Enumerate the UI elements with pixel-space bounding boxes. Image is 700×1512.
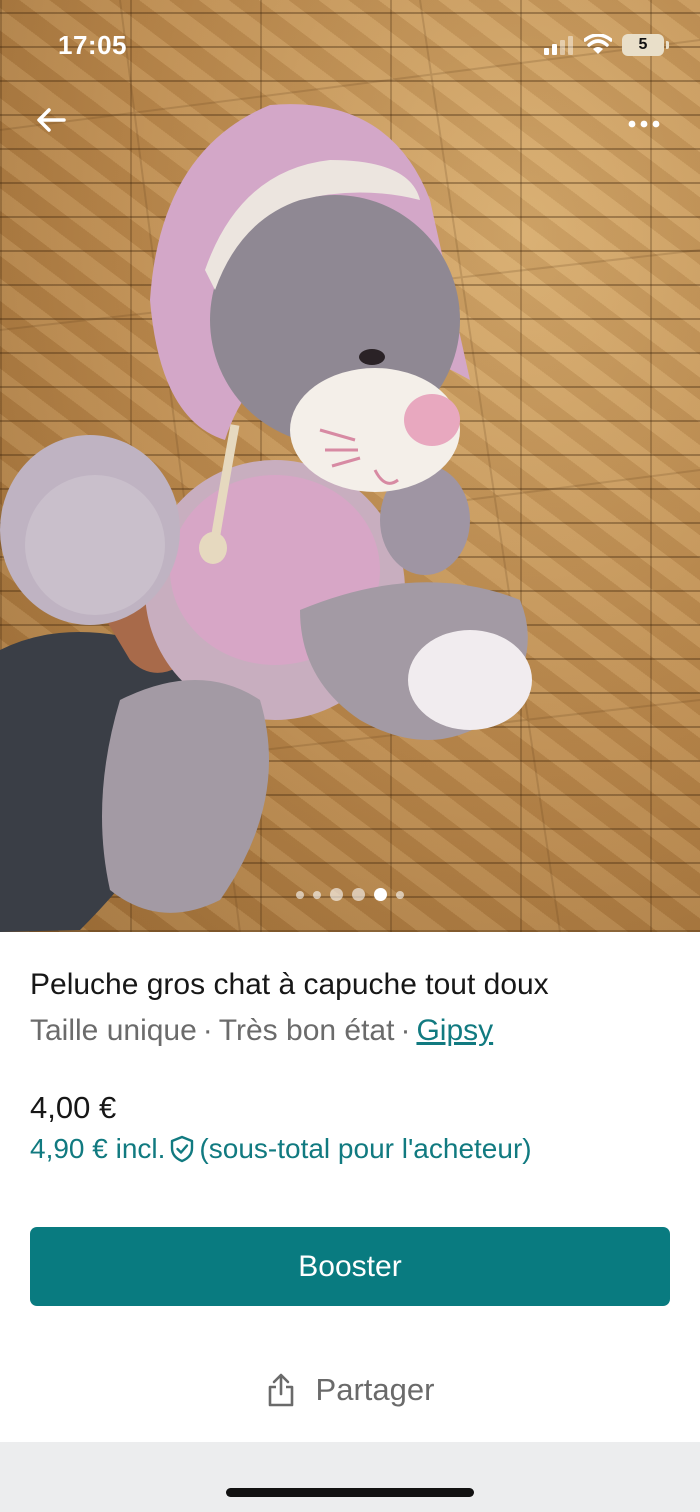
share-icon [268,1373,293,1407]
carousel-dot[interactable] [396,890,404,899]
item-attributes: Taille unique · Très bon état · Gipsy [30,1014,493,1048]
cellular-signal-icon [544,36,573,55]
shield-check-icon [171,1135,194,1163]
item-price: 4,00 € [30,1090,117,1125]
carousel-dot-active[interactable] [374,888,387,901]
battery-level: 5 [638,36,648,53]
item-details: Peluche gros chat à capuche tout doux Ta… [0,932,700,1442]
more-options-button[interactable] [624,104,672,144]
separator: · [400,1014,411,1047]
plush-photo-illustration [0,0,700,932]
carousel-dot[interactable] [313,890,321,899]
carousel-dot[interactable] [330,888,343,901]
more-horizontal-icon [628,120,660,128]
wifi-icon [584,34,612,54]
home-indicator[interactable] [226,1488,474,1497]
status-icons: 5 [544,32,669,58]
arrow-left-icon [37,108,66,132]
item-title: Peluche gros chat à capuche tout doux [30,968,549,1001]
share-button-label: Partager [315,1372,435,1407]
buyer-note: (sous-total pour l'acheteur) [199,1133,532,1164]
carousel-dot[interactable] [352,888,365,901]
item-size: Taille unique [30,1014,197,1047]
product-photo[interactable]: 17:05 5 [0,0,700,932]
carousel-dot[interactable] [296,890,304,899]
boost-button[interactable]: Booster [30,1227,670,1306]
separator: · [202,1014,213,1047]
brand-link[interactable]: Gipsy [416,1014,493,1047]
item-condition: Très bon état [218,1014,395,1047]
buyer-protection-price[interactable]: 4,90 € incl. (sous-total pour l'acheteur… [30,1133,532,1165]
battery-indicator: 5 [622,34,669,56]
bottom-bar [0,1442,700,1512]
status-bar: 17:05 5 [0,0,700,90]
boost-button-label: Booster [298,1249,402,1283]
price-incl-value: 4,90 € incl. [30,1133,166,1164]
back-button[interactable] [30,100,74,144]
status-time: 17:05 [58,30,127,60]
carousel-indicator[interactable] [0,888,700,901]
share-button[interactable]: Partager [0,1360,700,1420]
